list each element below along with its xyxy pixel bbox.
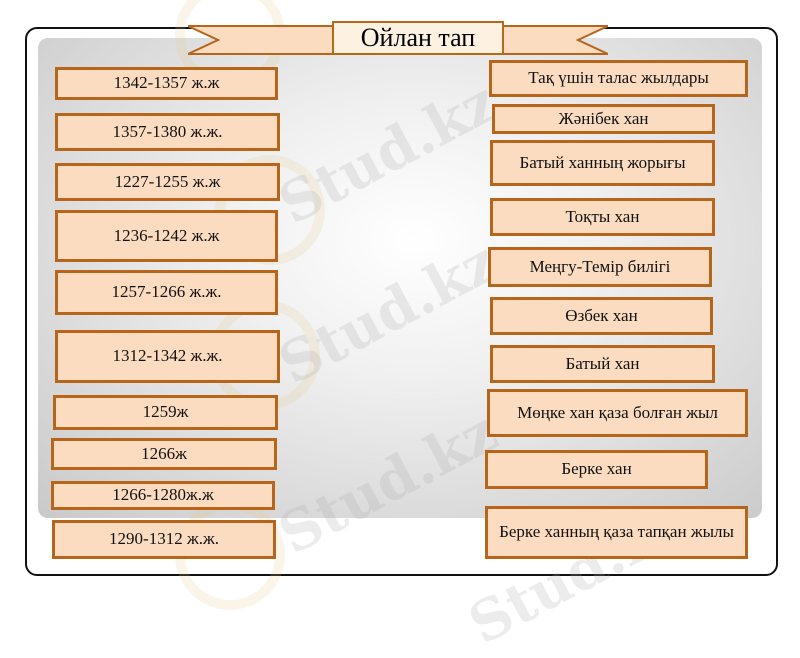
event-box[interactable]: Тақ үшін талас жылдары	[489, 60, 748, 97]
event-box[interactable]: Батый ханның жорығы	[490, 140, 715, 186]
date-box[interactable]: 1236-1242 ж.ж	[55, 210, 278, 262]
event-box[interactable]: Берке ханның қаза тапқан жылы	[485, 506, 748, 559]
date-box[interactable]: 1259ж	[53, 395, 278, 430]
date-box[interactable]: 1266-1280ж.ж	[51, 481, 275, 510]
event-box[interactable]: Тоқты хан	[490, 198, 715, 236]
event-box[interactable]: Өзбек хан	[490, 297, 713, 335]
date-box[interactable]: 1342-1357 ж.ж	[55, 67, 278, 100]
event-box[interactable]: Берке хан	[485, 450, 708, 489]
event-box[interactable]: Мөңке хан қаза болған жыл	[487, 389, 748, 437]
date-box[interactable]: 1266ж	[51, 438, 277, 470]
event-box[interactable]: Меңгу-Темір билігі	[488, 247, 712, 287]
date-box[interactable]: 1257-1266 ж.ж.	[55, 270, 278, 315]
event-box[interactable]: Жәнібек хан	[492, 104, 715, 134]
date-box[interactable]: 1312-1342 ж.ж.	[55, 330, 280, 383]
date-box[interactable]: 1357-1380 ж.ж.	[55, 113, 280, 151]
event-box[interactable]: Батый хан	[490, 345, 715, 383]
date-box[interactable]: 1227-1255 ж.ж	[55, 163, 280, 201]
page-title: Ойлан тап	[332, 21, 504, 55]
date-box[interactable]: 1290-1312 ж.ж.	[52, 520, 276, 559]
